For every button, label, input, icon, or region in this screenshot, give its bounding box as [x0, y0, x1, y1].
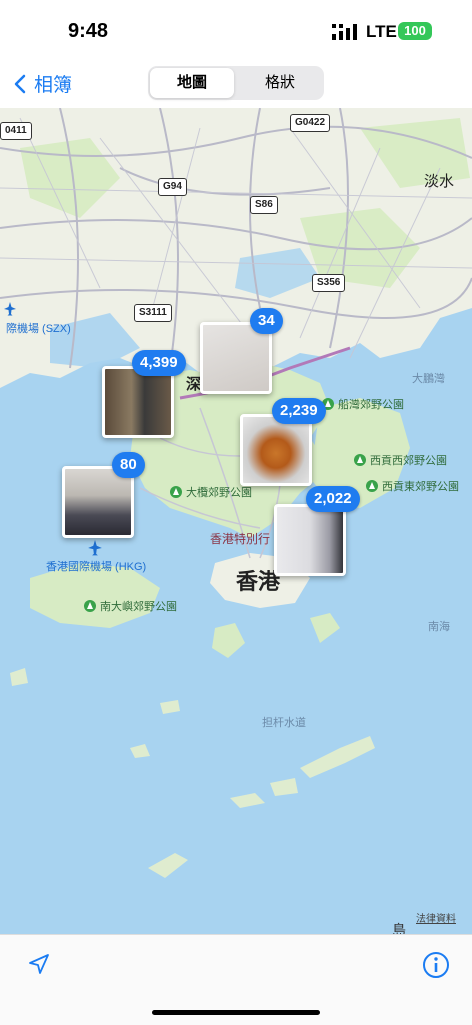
place-label: 深	[186, 376, 202, 393]
road-shield: G94	[158, 178, 187, 196]
park-icon	[170, 486, 182, 498]
road-shield: S86	[250, 196, 278, 214]
road-shield: S356	[312, 274, 346, 292]
park-icon	[354, 454, 366, 466]
region-label: 香港特別行	[210, 532, 271, 546]
status-bar: 9:48 LTE 100	[0, 0, 472, 60]
back-button[interactable]: 相簿	[14, 70, 72, 97]
park-icon	[366, 480, 378, 492]
network-type: LTE	[366, 22, 397, 41]
chevron-left-icon	[14, 74, 26, 93]
photo-count-badge[interactable]: 34	[250, 308, 283, 334]
sea-label: 担杆水道	[262, 717, 306, 729]
road-shield: 0411	[0, 122, 32, 140]
tab-map[interactable]: 地圖	[150, 68, 234, 98]
photo-count-badge[interactable]: 2,022	[306, 486, 360, 512]
photo-count-badge[interactable]: 2,239	[272, 398, 326, 424]
road-shield: S3111	[134, 304, 172, 322]
park-label: 西貢東郊野公園	[366, 478, 459, 494]
signal-icon	[332, 24, 357, 40]
place-label: 島	[392, 922, 406, 934]
park-label: 大欖郊野公園	[170, 484, 252, 500]
sea-label: 大鵬灣	[412, 373, 445, 385]
map-view[interactable]: G0422 G94 S86 S3111 S356 0411 淡水 際機場 (SZ…	[0, 108, 472, 934]
navigation-bar: 相簿 地圖 格狀	[0, 60, 472, 109]
park-icon	[84, 600, 96, 612]
photo-cluster[interactable]	[102, 366, 174, 438]
location-arrow-icon[interactable]	[28, 953, 50, 975]
park-label: 船灣郊野公園	[322, 396, 404, 412]
road-shield: G0422	[290, 114, 331, 132]
photo-cluster[interactable]	[240, 414, 312, 486]
view-segmented-control: 地圖 格狀	[148, 66, 324, 100]
airport-label-hkg: 香港國際機場 (HKG)	[46, 561, 147, 573]
park-label: 南大嶼郊野公園	[84, 598, 177, 614]
back-label: 相簿	[34, 75, 73, 96]
park-label: 西貢西郊野公園	[354, 452, 447, 468]
battery-icon: 100	[398, 22, 432, 40]
photo-count-badge[interactable]: 80	[112, 452, 145, 478]
status-time: 9:48	[68, 20, 109, 42]
sea-label: 南海	[428, 621, 450, 633]
home-indicator	[152, 1010, 320, 1015]
tab-grid[interactable]: 格狀	[238, 68, 322, 98]
place-label: 淡水	[424, 173, 455, 190]
info-icon[interactable]	[422, 951, 450, 979]
photo-count-badge[interactable]: 4,399	[132, 350, 186, 376]
airplane-icon	[4, 302, 16, 316]
photo-cluster[interactable]	[274, 504, 346, 576]
airport-label-szx: 際機場 (SZX)	[6, 323, 71, 335]
legal-link[interactable]: 法律資料	[416, 910, 456, 925]
airplane-icon	[88, 540, 102, 556]
